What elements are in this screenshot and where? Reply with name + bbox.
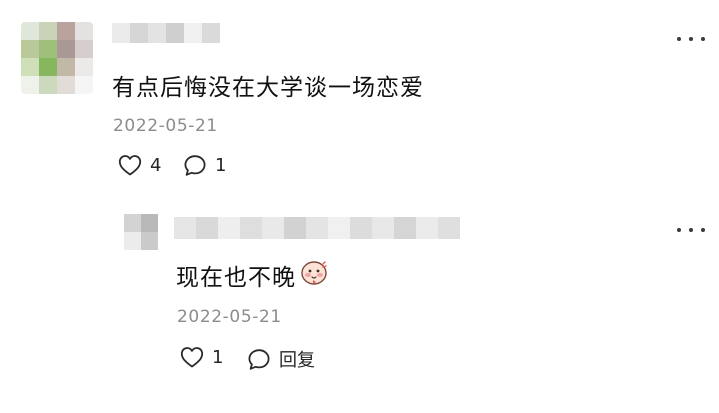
blurred-username [112,23,220,43]
comment-text: 有点后悔没在大学谈一场恋爱 [112,75,424,101]
more-dots-icon [677,228,681,232]
heart-outline-icon [180,346,204,368]
like-count: 4 [150,154,162,176]
reply-date: 2022-05-21 [177,307,282,327]
reply-text: 现在也不晚 [176,258,328,292]
reply-button[interactable]: 回复 [247,346,315,372]
reply-text-body: 现在也不晚 [176,265,296,291]
avatar[interactable] [21,22,93,94]
heart-outline-icon [118,154,142,176]
comment-date: 2022-05-21 [113,116,218,136]
blushing-face-emoji [300,258,328,292]
reply-avatar[interactable] [124,214,158,250]
reply-count-button[interactable]: 1 [183,154,226,177]
reply-like-button[interactable]: 1 [180,346,223,368]
speech-bubble-icon [183,154,207,177]
reply-like-count: 1 [212,346,224,368]
more-dots-icon [677,37,681,41]
more-options-button[interactable] [677,32,705,46]
like-button[interactable]: 4 [118,154,161,176]
speech-bubble-icon [247,348,271,371]
reply-count: 1 [215,155,227,176]
reply-more-options-button[interactable] [677,223,705,237]
reply-label: 回复 [279,350,315,371]
blurred-reply-header [174,217,460,239]
